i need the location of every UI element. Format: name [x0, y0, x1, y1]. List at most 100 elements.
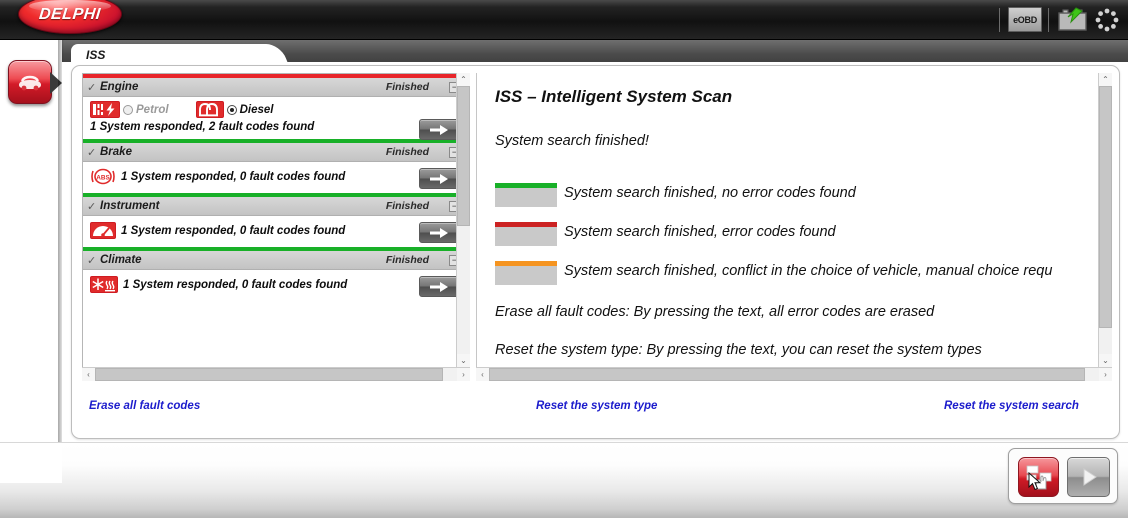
status-badge: Finished [385, 200, 429, 212]
system-body: Petrol Diesel 1 System responded, 2 fault … [83, 97, 465, 140]
system-message: 1 System responded, 0 fault codes found [121, 224, 346, 237]
abs-icon: ABS [90, 168, 116, 185]
system-open-arrow-button[interactable] [419, 222, 459, 243]
check-icon: ✓ [87, 146, 97, 159]
legend-item: System search finished, error codes foun… [495, 222, 836, 246]
status-badge: Finished [385, 81, 429, 93]
system-message: 1 System responded, 0 fault codes found [121, 170, 346, 183]
status-badge: Finished [385, 146, 429, 158]
fuel-label: Diesel [239, 103, 274, 116]
list-scroll-up-arrow[interactable]: ⌃ [457, 73, 470, 86]
list-scroll-left-arrow[interactable]: ‹ [82, 368, 95, 381]
system-body: 1 System responded, 0 fault codes found [83, 270, 465, 301]
status-badge: Finished [385, 254, 429, 266]
system-section: ✓ Climate Finished −1 System responded, 0 f… [83, 247, 465, 301]
vehicle-button[interactable] [8, 60, 62, 104]
tab-iss-label: ISS [86, 48, 106, 62]
legend-swatch [495, 183, 557, 207]
check-icon: ✓ [87, 81, 97, 94]
status-text: System search finished! [495, 133, 649, 149]
system-header-brake[interactable]: ✓ Brake Finished − [83, 143, 465, 162]
footer-bar [0, 442, 1128, 518]
system-list-panel[interactable]: ✓ Engine Finished − Petrol Diesel 1 System res… [82, 73, 466, 381]
toolbar-divider-2 [1048, 8, 1049, 32]
legend-swatch [495, 261, 557, 285]
system-message: 1 System responded, 2 fault codes found [90, 121, 315, 133]
system-header-engine[interactable]: ✓ Engine Finished − [83, 78, 465, 97]
system-message-row: 1 System responded, 2 fault codes found [90, 121, 460, 133]
legend-swatch [495, 222, 557, 246]
action-button-group [1008, 448, 1118, 504]
snapshot-button[interactable] [1018, 457, 1059, 497]
play-button[interactable] [1067, 457, 1110, 497]
info-hscroll-thumb[interactable] [489, 368, 1085, 381]
content-area: ✓ Engine Finished − Petrol Diesel 1 System res… [62, 62, 1128, 442]
list-scroll-down-arrow[interactable]: ⌄ [457, 354, 470, 367]
info-vertical-scrollbar[interactable]: ⌃ ⌄ [1098, 73, 1112, 367]
info-scroll-up-arrow[interactable]: ⌃ [1099, 73, 1112, 86]
legend-label: System search finished, no error codes f… [564, 185, 856, 201]
legend-label: System search finished, error codes foun… [564, 224, 836, 240]
svg-text:ABS: ABS [96, 175, 110, 182]
legend-item: System search finished, no error codes f… [495, 183, 856, 207]
check-icon: ✓ [87, 254, 97, 267]
info-scroll-left-arrow[interactable]: ‹ [476, 368, 489, 381]
system-header-climate[interactable]: ✓ Climate Finished − [83, 251, 465, 270]
eobd-icon-label: eOBD [1013, 14, 1037, 25]
check-icon: ✓ [87, 200, 97, 213]
legend-label: System search finished, conflict in the … [564, 263, 1053, 279]
system-message: 1 System responded, 0 fault codes found [123, 278, 348, 291]
system-name: Brake [100, 146, 132, 158]
list-vertical-scrollbar[interactable]: ⌃ ⌄ [456, 73, 470, 367]
system-section: ✓ Instrument Finished − 1 System responded, … [83, 193, 465, 247]
reset-the-system-type-link[interactable]: Reset the system type [536, 400, 657, 412]
radio-petrol[interactable] [123, 104, 133, 115]
system-open-arrow-button[interactable] [419, 119, 459, 140]
legend-color-bar [495, 222, 557, 227]
content-card: ✓ Engine Finished − Petrol Diesel 1 System res… [71, 65, 1120, 439]
loading-dots-icon[interactable] [1094, 7, 1120, 33]
eobd-icon[interactable]: eOBD [1008, 7, 1042, 32]
list-scroll-right-arrow[interactable]: › [457, 368, 470, 381]
list-hscroll-thumb[interactable] [95, 368, 443, 381]
info-panel: ISS – Intelligent System Scan System sea… [476, 73, 1112, 381]
info-scroll-down-arrow[interactable]: ⌄ [1099, 354, 1112, 367]
system-section: ✓ Brake Finished − ABS 1 System responded, 0 … [83, 139, 465, 193]
top-bar: DELPHI eOBD [0, 0, 1128, 40]
info-horizontal-scrollbar[interactable]: ‹ › [476, 367, 1112, 381]
fuel-type-row: Petrol Diesel [90, 101, 460, 118]
reset-the-system-search-link[interactable]: Reset the system search [944, 400, 1079, 412]
gauge-icon [90, 222, 116, 239]
system-body: 1 System responded, 0 fault codes found [83, 216, 465, 247]
legend-item: System search finished, conflict in the … [495, 261, 1052, 285]
system-open-arrow-button[interactable] [419, 276, 459, 297]
climate-icon [90, 276, 118, 293]
info-scroll-right-arrow[interactable]: › [1099, 368, 1112, 381]
delphi-logo: DELPHI [18, 0, 122, 34]
info-scroll-thumb[interactable] [1099, 86, 1112, 328]
system-open-arrow-button[interactable] [419, 168, 459, 189]
page-title: ISS – Intelligent System Scan [495, 87, 733, 106]
system-message-row: ABS 1 System responded, 0 fault codes fou… [90, 168, 460, 185]
system-body: ABS 1 System responded, 0 fault codes fou… [83, 162, 465, 193]
legend-color-bar [495, 261, 557, 266]
info-line: Erase all fault codes: By pressing the t… [495, 304, 935, 320]
radio-diesel[interactable] [226, 104, 237, 115]
system-name: Climate [100, 254, 142, 266]
footer-corner [0, 443, 62, 483]
brand-name: DELPHI [38, 6, 102, 23]
list-horizontal-scrollbar[interactable]: ‹ › [82, 367, 470, 381]
list-scroll-thumb[interactable] [457, 86, 470, 226]
system-message-row: 1 System responded, 0 fault codes found [90, 222, 460, 239]
system-message-row: 1 System responded, 0 fault codes found [90, 276, 460, 293]
fuel-option-diesel[interactable]: Diesel [195, 101, 274, 118]
petrol-spark-icon [90, 101, 120, 118]
legend-color-bar [495, 183, 557, 188]
fuel-option-petrol[interactable]: Petrol [90, 101, 169, 118]
battery-icon[interactable] [1056, 7, 1089, 33]
diesel-glowplug-icon [195, 101, 224, 118]
erase-all-fault-codes-link[interactable]: Erase all fault codes [89, 400, 200, 412]
info-line: Reset the system type: By pressing the t… [495, 342, 982, 358]
system-name: Engine [100, 81, 139, 93]
system-header-instrument[interactable]: ✓ Instrument Finished − [83, 197, 465, 216]
